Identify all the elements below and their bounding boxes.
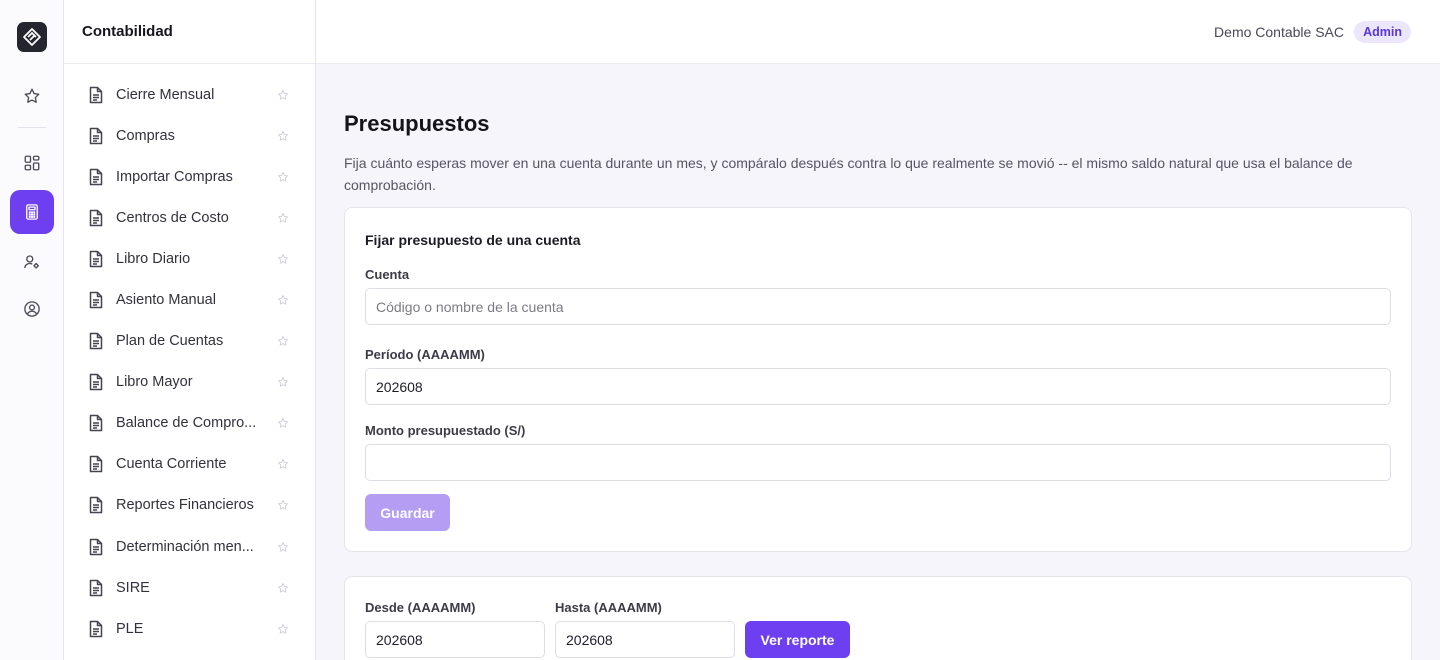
logo-icon (23, 28, 41, 46)
sidebar-item[interactable]: Asiento Manual (64, 279, 315, 320)
budget-form-title: Fijar presupuesto de una cuenta (365, 232, 581, 248)
sidebar-item-label: Compras (116, 127, 175, 144)
star-icon (24, 88, 40, 103)
sidebar-item-label: Cuenta Corriente (116, 456, 227, 473)
module-sidebar: Contabilidad Cierre Mensual Compras Import… (64, 0, 316, 660)
document-icon (89, 373, 103, 391)
from-label: Desde (AAAAMM) (365, 600, 476, 615)
save-button[interactable]: Guardar (365, 494, 450, 531)
document-icon (89, 538, 103, 555)
main-content: Presupuestos Fija cuánto esperas mover e… (316, 64, 1440, 660)
rail-profile-button[interactable] (10, 287, 54, 331)
star-outline-icon[interactable] (277, 541, 289, 553)
page-title: Presupuestos (344, 111, 490, 136)
calculator-icon (26, 204, 38, 220)
budget-form-card: Fijar presupuesto de una cuenta Cuenta P… (344, 207, 1412, 552)
rail-divider (18, 127, 46, 128)
sidebar-item-label: Plan de Cuentas (116, 333, 224, 350)
rail-dashboard-button[interactable] (10, 141, 54, 185)
star-outline-icon[interactable] (277, 89, 289, 101)
sidebar-item[interactable]: SIRE (64, 567, 315, 608)
sidebar-nav: Cierre Mensual Compras Importar Compras Cen… (64, 74, 315, 649)
star-outline-icon[interactable] (277, 499, 289, 511)
top-bar: Demo Contable SAC Admin (316, 0, 1440, 64)
dashboard-icon (24, 155, 40, 171)
star-outline-icon[interactable] (277, 335, 289, 347)
role-badge: Admin (1354, 21, 1411, 43)
user-settings-icon (24, 255, 39, 269)
star-outline-icon[interactable] (277, 376, 289, 388)
to-period-input[interactable] (555, 621, 735, 658)
document-icon (89, 415, 103, 432)
sidebar-item-label: PLE (116, 620, 144, 637)
company-name[interactable]: Demo Contable SAC (1214, 24, 1344, 40)
star-outline-icon[interactable] (277, 212, 289, 224)
account-label: Cuenta (365, 267, 410, 282)
sidebar-item[interactable]: Libro Mayor (64, 362, 315, 403)
sidebar-item-label: Libro Diario (116, 250, 191, 267)
sidebar-item-label: Balance de Compro... (116, 415, 257, 432)
document-icon (89, 620, 103, 638)
document-icon (89, 209, 103, 227)
sidebar-title: Contabilidad (64, 0, 315, 64)
report-filter-card: Desde (AAAAMM) Hasta (AAAAMM) Ver report… (344, 576, 1412, 660)
document-icon (89, 127, 103, 144)
sidebar-item-label: Importar Compras (116, 168, 233, 185)
sidebar-item[interactable]: Libro Diario (64, 238, 315, 279)
document-icon (89, 250, 103, 268)
sidebar-item-label: Cierre Mensual (116, 86, 215, 103)
star-outline-icon[interactable] (277, 130, 289, 142)
sidebar-item[interactable]: Determinación men... (64, 526, 315, 567)
document-icon (89, 291, 103, 309)
to-label: Hasta (AAAAMM) (555, 600, 662, 615)
star-outline-icon[interactable] (277, 294, 289, 306)
sidebar-item-label: Asiento Manual (116, 292, 216, 309)
page-description: Fija cuánto esperas mover en una cuenta … (344, 155, 1353, 193)
icon-rail (0, 0, 64, 660)
star-outline-icon[interactable] (277, 171, 289, 183)
amount-label: Monto presupuestado (S/) (365, 423, 526, 438)
star-outline-icon[interactable] (277, 417, 289, 429)
sidebar-item[interactable]: Cuenta Corriente (64, 444, 315, 485)
sidebar-item-label: Libro Mayor (116, 374, 193, 391)
sidebar-item[interactable]: Plan de Cuentas (64, 321, 315, 362)
sidebar-item[interactable]: Importar Compras (64, 156, 315, 197)
document-icon (89, 332, 103, 350)
sidebar-item-label: Centros de Costo (116, 209, 229, 226)
star-outline-icon[interactable] (277, 582, 289, 594)
sidebar-item[interactable]: PLE (64, 608, 315, 649)
sidebar-item[interactable]: Cierre Mensual (64, 74, 315, 115)
rail-favorites-button[interactable] (10, 74, 54, 118)
star-outline-icon[interactable] (277, 623, 289, 635)
document-icon (89, 579, 103, 596)
sidebar-item[interactable]: Centros de Costo (64, 197, 315, 238)
document-icon (89, 456, 103, 473)
rail-accounting-button[interactable] (10, 190, 54, 234)
app-logo[interactable] (17, 22, 47, 52)
star-outline-icon[interactable] (277, 458, 289, 470)
sidebar-item-label: SIRE (116, 579, 150, 596)
sidebar-item-label: Determinación men... (116, 538, 254, 555)
view-report-button[interactable]: Ver reporte (745, 621, 850, 658)
user-circle-icon (24, 301, 40, 317)
rail-users-button[interactable] (10, 240, 54, 284)
period-label: Período (AAAAMM) (365, 347, 485, 362)
sidebar-item[interactable]: Reportes Financieros (64, 485, 315, 526)
account-input[interactable] (365, 288, 1391, 325)
sidebar-item[interactable]: Compras (64, 115, 315, 156)
sidebar-item[interactable]: Balance de Compro... (64, 403, 315, 444)
from-period-input[interactable] (365, 621, 545, 658)
period-input[interactable] (365, 368, 1391, 405)
document-icon (89, 86, 103, 103)
document-icon (89, 168, 103, 185)
amount-input[interactable] (365, 444, 1391, 481)
star-outline-icon[interactable] (277, 253, 289, 265)
document-icon (89, 497, 103, 514)
sidebar-item-label: Reportes Financieros (116, 497, 254, 514)
